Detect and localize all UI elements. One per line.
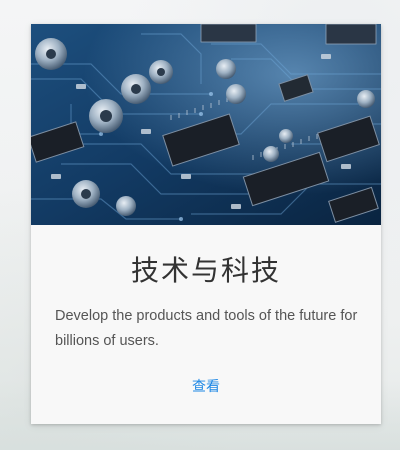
- view-link[interactable]: 查看: [31, 376, 381, 396]
- tech-card: 技术与科技 Develop the products and tools of …: [31, 24, 381, 424]
- card-description: Develop the products and tools of the fu…: [55, 308, 358, 349]
- card-title: 技术与科技: [130, 254, 281, 287]
- circuit-board-image: [31, 24, 381, 225]
